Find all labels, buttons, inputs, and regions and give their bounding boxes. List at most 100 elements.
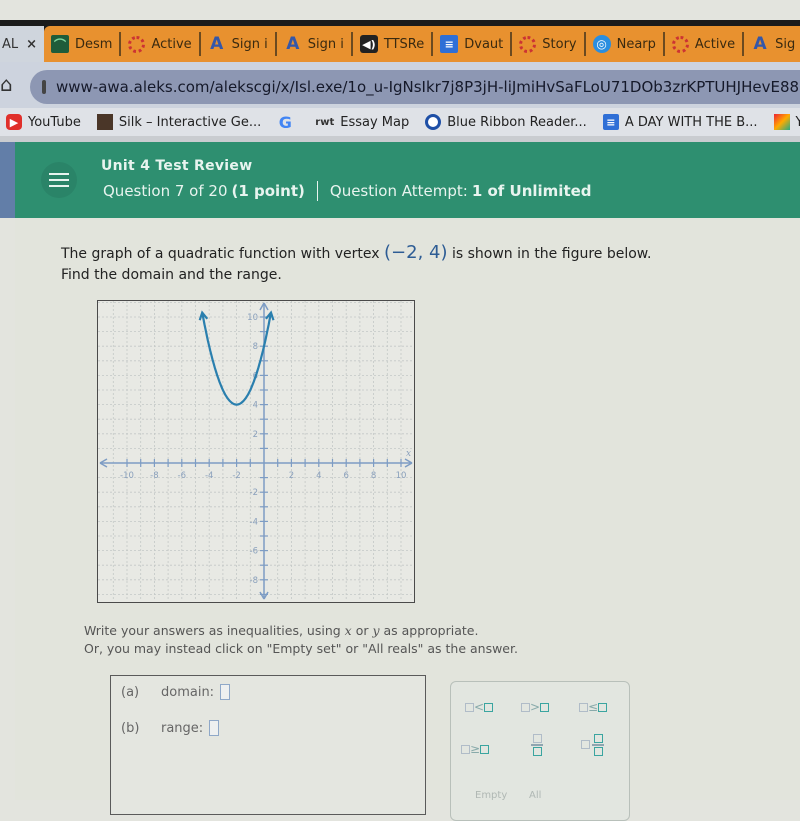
tab-label: Active (694, 36, 736, 52)
browser-tab[interactable]: Story (512, 32, 586, 56)
bookmark-label: Essay Map (340, 114, 410, 130)
aleks-a-icon: A (286, 34, 300, 54)
part-a-label: (a) (121, 684, 140, 700)
y-tick-label: 2 (253, 430, 258, 440)
bookmark[interactable]: ≡ A DAY WITH THE B... (602, 114, 758, 130)
browser-tab[interactable]: ◎ Nearp (586, 32, 665, 56)
y-tick-label: 10 (247, 313, 258, 323)
domain-input[interactable] (220, 684, 231, 700)
instr-text: Write your answers as inequalities, usin… (84, 623, 345, 638)
placeholder-box-icon (521, 702, 530, 712)
parabola-graph: -10-8-6-4-2246810108642-2-4-6-8-10x (97, 300, 415, 603)
fraction-icon (592, 734, 604, 756)
browser-tab[interactable]: A Sign i (201, 32, 277, 56)
tab-label: Sign i (307, 36, 344, 52)
speaker-icon: ◀) (359, 35, 378, 53)
placeholder-box-icon (484, 702, 494, 712)
url-bar[interactable]: www-awa.aleks.com/alekscgi/x/Isl.exe/1o_… (30, 70, 800, 104)
google-icon: G (278, 112, 292, 132)
instr-line2: Or, you may instead click on "Empty set"… (84, 641, 518, 656)
aleks-a-icon: A (210, 34, 224, 54)
tab-label: Story (542, 36, 577, 52)
tab-label: Nearp (616, 36, 656, 52)
lt-symbol: < (474, 700, 485, 714)
fraction-button[interactable] (531, 734, 543, 756)
x-tick-label: 2 (289, 471, 294, 481)
hamburger-icon (49, 185, 69, 187)
instr-text: or (351, 623, 373, 638)
domain-row: (a) domain: (121, 684, 231, 700)
silk-icon (96, 114, 113, 130)
blue-ribbon-icon (425, 114, 442, 130)
bookmark[interactable]: rwt Essay Map (315, 114, 409, 130)
youtube-icon: ▶ (6, 114, 22, 130)
bookmark[interactable]: Y8 Gar (773, 114, 800, 130)
placeholder-box-icon (465, 702, 474, 712)
x-tick-label: 4 (316, 471, 321, 481)
bookmark[interactable]: ▶ YouTube (6, 114, 81, 130)
browser-tab[interactable]: ⌒ Desm (44, 32, 122, 56)
placeholder-box-icon (461, 744, 470, 754)
browser-tab[interactable]: Active (665, 32, 745, 56)
browser-tab[interactable]: A Sig (744, 32, 800, 56)
instr-text: as appropriate. (379, 623, 479, 638)
bookmark-label: A DAY WITH THE B... (624, 114, 758, 130)
rwt-icon: rwt (315, 116, 335, 128)
x-axis-label: x (406, 449, 411, 459)
unit-title: Unit 4 Test Review (101, 158, 253, 174)
range-row: (b) range: (121, 720, 220, 736)
tab-label: Sign i (231, 36, 268, 52)
empty-set-button[interactable]: Empty (475, 790, 507, 801)
bookmark[interactable]: G (277, 112, 299, 132)
bookmark-label: Blue Ribbon Reader... (447, 114, 587, 130)
mixed-number-button[interactable] (581, 734, 604, 756)
close-tab-icon[interactable]: × (26, 37, 37, 52)
bookmark[interactable]: Blue Ribbon Reader... (425, 114, 587, 130)
menu-button[interactable] (41, 162, 77, 198)
ring-loading-icon (519, 35, 537, 53)
doc-icon: ≡ (440, 35, 459, 53)
x-tick-label: -10 (120, 471, 134, 481)
ring-loading-icon (128, 35, 146, 53)
var-y: y (372, 623, 380, 638)
ring-loading-icon (671, 35, 689, 53)
browser-tab[interactable]: ◀) TTSRe (353, 32, 434, 56)
x-tick-label: -4 (205, 471, 213, 481)
active-tab[interactable]: AL × (0, 26, 44, 62)
x-tick-label: 6 (343, 471, 348, 481)
ge-symbol: ≥ (470, 742, 481, 756)
math-palette: < > ≤ ≥ Empty All (450, 681, 630, 821)
greater-than-button[interactable]: > (521, 700, 550, 714)
separator (316, 181, 318, 201)
part-b-label: (b) (121, 720, 140, 736)
doc-icon: ≡ (602, 114, 619, 130)
question-progress: Question 7 of 20 (103, 182, 228, 200)
site-info-icon[interactable] (42, 80, 46, 94)
less-equal-button[interactable]: ≤ (579, 700, 608, 714)
range-input[interactable] (209, 720, 220, 736)
bookmark-label: Silk – Interactive Ge... (118, 114, 262, 130)
var-x: x (344, 623, 352, 638)
browser-tab[interactable]: ≡ Dvaut (433, 32, 513, 56)
question-line1-part: is shown in the figure below. (447, 246, 652, 262)
placeholder-box-icon (598, 702, 608, 712)
question-status: Question 7 of 20 (1 point) Question Atte… (103, 181, 592, 201)
fraction-icon (531, 734, 543, 756)
range-label: range: (161, 720, 204, 736)
browser-tab[interactable]: Active (121, 32, 201, 56)
browser-tab[interactable]: A Sign i (277, 32, 353, 56)
x-tick-label: -8 (150, 471, 158, 481)
answer-panel: (a) domain: (b) range: (110, 675, 426, 815)
home-icon[interactable]: ⌂ (0, 72, 20, 96)
question-points: (1 point) (231, 182, 305, 200)
less-than-button[interactable]: < (465, 700, 494, 714)
all-reals-button[interactable]: All (529, 790, 541, 801)
tab-label: Sig (775, 36, 796, 52)
attempt-value: 1 of Unlimited (471, 182, 592, 200)
question-line1-part: The graph of a quadratic function with v… (61, 246, 385, 262)
le-symbol: ≤ (588, 700, 599, 714)
greater-equal-button[interactable]: ≥ (461, 742, 490, 756)
url-text: www-awa.aleks.com/alekscgi/x/Isl.exe/1o_… (56, 78, 800, 96)
bookmark[interactable]: Silk – Interactive Ge... (96, 114, 262, 130)
placeholder-box-icon (579, 702, 588, 712)
